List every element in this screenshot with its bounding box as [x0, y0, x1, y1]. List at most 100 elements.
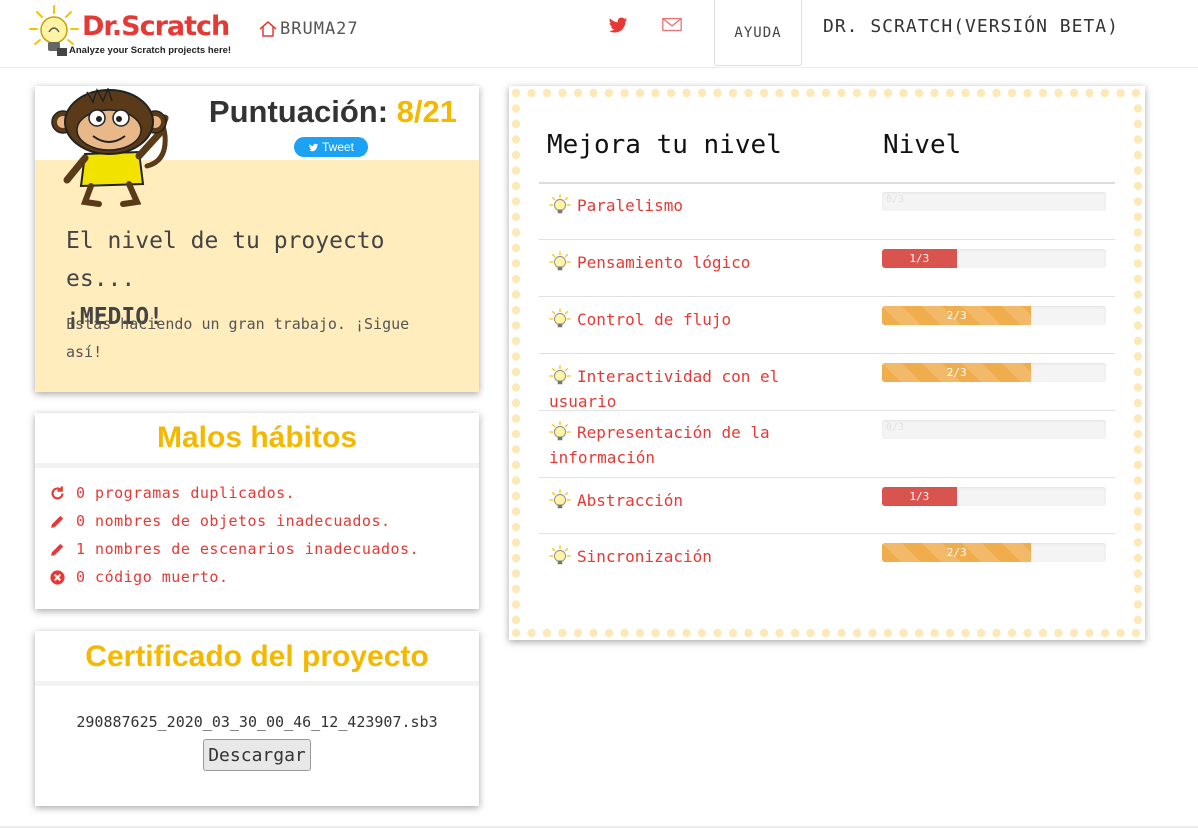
skill-name[interactable]: Representación de la información — [549, 420, 789, 470]
border-dot — [1085, 628, 1094, 638]
border-dot — [1133, 569, 1143, 578]
border-dot — [1133, 321, 1143, 330]
skill-progress-bar: 0/3 — [882, 420, 1106, 439]
row-divider — [539, 353, 1115, 354]
skill-name[interactable]: Abstracción — [549, 488, 799, 513]
border-dot — [883, 88, 893, 98]
border-dot — [1133, 104, 1143, 113]
habit-backdrop-naming[interactable]: 1 nombres de escenarios inadecuados. — [49, 540, 419, 558]
border-dot — [1133, 181, 1143, 191]
border-dot — [589, 628, 598, 638]
border-dot — [821, 88, 831, 98]
skill-progress-bar: 2/3 — [882, 306, 1106, 325]
border-dot — [604, 628, 614, 638]
habit-sprite-naming[interactable]: 0 nombres de objetos inadecuados. — [49, 512, 391, 530]
border-dot — [1133, 197, 1143, 206]
habit-text: 0 programas duplicados. — [76, 484, 296, 502]
border-dot — [1133, 150, 1143, 160]
progress-label: 1/3 — [909, 490, 930, 503]
border-dot — [511, 398, 521, 408]
level-intro: El nivel de tu proyecto es... — [66, 228, 385, 292]
border-dot — [852, 88, 862, 98]
skill-label: Control de flujo — [577, 310, 732, 329]
skill-label: Paralelismo — [577, 196, 683, 215]
border-dot — [1133, 135, 1143, 144]
twitter-icon[interactable] — [607, 14, 629, 36]
border-dot — [573, 88, 583, 98]
border-dot — [511, 628, 521, 638]
border-dot — [511, 104, 521, 113]
lightbulb-icon — [549, 421, 571, 441]
skill-name[interactable]: Control de flujo — [549, 307, 799, 332]
border-dot — [511, 476, 521, 485]
border-dot — [1116, 88, 1125, 98]
border-dot — [511, 522, 521, 532]
border-dot — [666, 88, 676, 98]
border-dot — [651, 88, 660, 98]
certificate-filename: 290887625_2020_03_30_00_46_12_423907.sb3 — [76, 713, 438, 731]
border-dot — [883, 628, 893, 638]
skill-name[interactable]: Paralelismo — [549, 193, 799, 218]
habit-dead-code[interactable]: 0 código muerto. — [49, 568, 229, 586]
border-dot — [511, 429, 521, 439]
border-dot — [775, 628, 784, 638]
habit-duplicated-scripts[interactable]: 0 programas duplicados. — [49, 484, 295, 502]
skill-name[interactable]: Sincronización — [549, 544, 799, 569]
divider — [35, 681, 479, 686]
tweet-button[interactable]: Tweet — [294, 137, 368, 157]
divider — [35, 463, 479, 468]
skill-name[interactable]: Interactividad con el usuario — [549, 364, 799, 414]
progress-label: 2/3 — [946, 309, 967, 322]
border-dot — [697, 88, 707, 98]
border-dot — [1133, 600, 1143, 609]
help-tab[interactable]: AYUDA — [714, 0, 802, 66]
level-message: Estás haciendo un gran trabajo. ¡Sigue a… — [66, 315, 410, 361]
border-dot — [511, 88, 521, 98]
border-dot — [511, 600, 521, 609]
border-dot — [1133, 383, 1143, 392]
border-dot — [1007, 628, 1017, 638]
border-dot — [1038, 628, 1048, 638]
border-dot — [604, 88, 614, 98]
border-dot — [1133, 119, 1143, 129]
score-card: Puntuación: 8/21 Tweet El nivel de tu pr… — [35, 86, 479, 392]
border-dot — [651, 628, 660, 638]
progress-label: 2/3 — [946, 366, 967, 379]
border-dot — [713, 88, 722, 98]
dr-scratch-logo[interactable]: Dr.Scratch Analyze your Scratch projects… — [27, 4, 237, 62]
logo-title: Dr.Scratch — [82, 11, 230, 42]
border-dot — [511, 445, 521, 454]
border-dot — [930, 628, 939, 638]
border-dot — [511, 383, 521, 392]
border-dot — [899, 88, 908, 98]
border-dot — [868, 88, 877, 98]
border-dot — [1133, 491, 1143, 501]
border-dot — [511, 166, 521, 175]
border-dot — [511, 321, 521, 330]
navbar: Dr.Scratch Analyze your Scratch projects… — [0, 0, 1198, 68]
border-dot — [511, 538, 521, 547]
border-dot — [790, 88, 800, 98]
border-dot — [1100, 88, 1110, 98]
border-dot — [899, 628, 908, 638]
border-dot — [620, 88, 629, 98]
brand-link[interactable]: DR. SCRATCH(VERSIÓN BETA) — [823, 16, 1119, 37]
border-dot — [790, 628, 800, 638]
border-dot — [759, 88, 769, 98]
download-button[interactable]: Descargar — [203, 739, 311, 771]
user-link[interactable]: BRUMA27 — [258, 17, 359, 41]
border-dot — [837, 88, 846, 98]
border-dot — [806, 628, 815, 638]
border-dot — [744, 628, 753, 638]
skill-name[interactable]: Pensamiento lógico — [549, 250, 799, 275]
border-dot — [558, 88, 567, 98]
border-dot — [914, 88, 924, 98]
mail-icon[interactable] — [661, 14, 683, 36]
border-dot — [511, 135, 521, 144]
certificate-card: Certificado del proyecto 290887625_2020_… — [35, 631, 479, 806]
border-dot — [573, 628, 583, 638]
border-dot — [821, 628, 831, 638]
border-dot — [1133, 352, 1143, 361]
refresh-icon — [51, 485, 64, 499]
border-dot — [511, 305, 521, 315]
